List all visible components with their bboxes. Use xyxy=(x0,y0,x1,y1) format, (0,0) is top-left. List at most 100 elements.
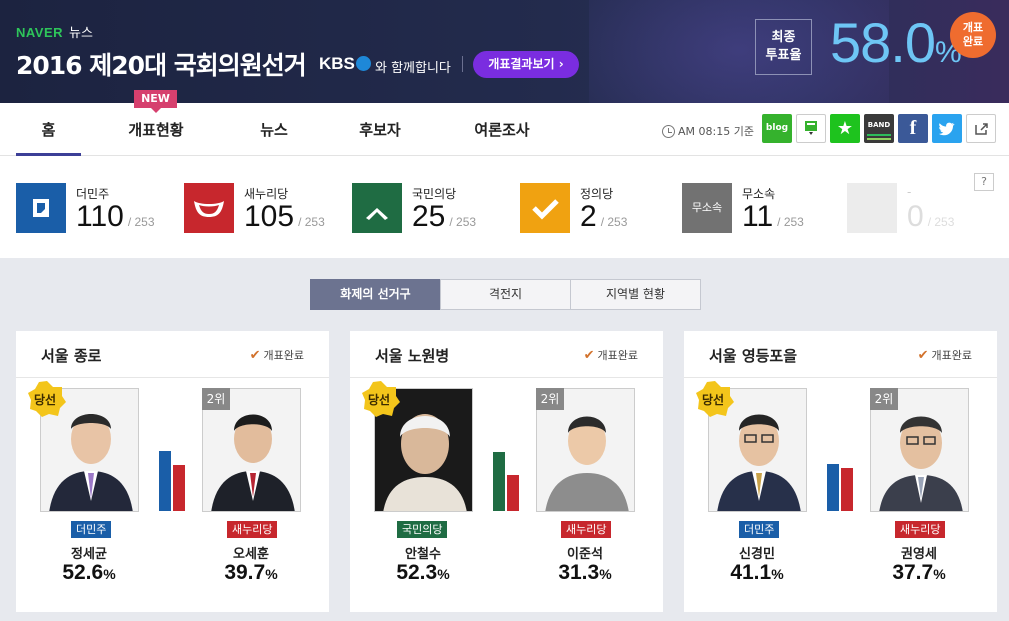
count-status-text: 개표완료 xyxy=(931,349,972,362)
tab-regional-status[interactable]: 지역별 현황 xyxy=(570,279,701,310)
winner-percent-value: 41.1 xyxy=(730,561,772,584)
district-name: 서울 영등포을 xyxy=(709,347,798,365)
tab-home[interactable]: 홈 xyxy=(16,103,81,156)
count-status: ✔ 개표완료 xyxy=(918,347,972,363)
second-percent: 37.7% xyxy=(869,561,969,585)
saenuri-logo-icon xyxy=(184,183,234,233)
party-seats: 110/ 253 xyxy=(76,200,155,234)
view-results-button[interactable]: 개표결과보기 › xyxy=(473,51,579,78)
party-seats: 11/ 253 xyxy=(742,200,804,234)
percent-unit: % xyxy=(437,566,450,582)
district-card-jongno[interactable]: 서울 종로 ✔ 개표완료 당선 2위 더민주 새누리당 정세균 오세훈 52.6%… xyxy=(16,331,329,612)
party-name: - xyxy=(907,185,912,199)
percent-unit: % xyxy=(933,566,946,582)
kbs-dot-icon xyxy=(355,56,371,71)
vote-bar-second xyxy=(173,465,185,511)
district-name: 서울 노원병 xyxy=(375,347,450,365)
second-percent-value: 31.3 xyxy=(558,561,600,584)
second-name[interactable]: 이준석 xyxy=(535,543,635,562)
second-party-tag: 새누리당 xyxy=(561,521,612,538)
independent-logo-icon: 무소속 xyxy=(682,183,732,233)
second-name[interactable]: 권영세 xyxy=(869,543,969,562)
clock-icon xyxy=(662,125,675,138)
seat-count: 2 xyxy=(580,200,597,233)
tab-polls[interactable]: 여론조사 xyxy=(458,103,546,156)
winner-percent: 52.3% xyxy=(373,561,473,585)
winner-percent-value: 52.6 xyxy=(62,561,104,584)
seat-count: 0 xyxy=(907,200,924,233)
party-seats: 105/ 253 xyxy=(244,200,325,234)
news-section-label[interactable]: 뉴스 xyxy=(69,26,93,41)
header-divider xyxy=(462,56,463,72)
update-time-text: AM 08:15 기준 xyxy=(678,125,754,138)
winner-party-tag: 더민주 xyxy=(71,521,112,538)
winner-party-tag: 국민의당 xyxy=(397,521,448,538)
card-divider xyxy=(350,377,663,378)
turnout-label-line1: 최종 xyxy=(771,30,796,45)
count-status-text: 개표완료 xyxy=(263,349,304,362)
page-title: 2016 제20대 국회의원선거 xyxy=(16,51,307,80)
kbs-logo: KBS xyxy=(319,54,371,74)
rank-badge: 2위 xyxy=(202,388,230,410)
check-icon: ✔ xyxy=(249,348,261,363)
district-card-nowon[interactable]: 서울 노원병 ✔ 개표완료 당선 2위 국민의당 새누리당 안철수 이준석 52.… xyxy=(350,331,663,612)
done-badge-line1: 개표 xyxy=(962,21,984,34)
tab-battleground[interactable]: 격전지 xyxy=(440,279,571,310)
turnout-label: 최종 투표율 xyxy=(755,19,812,75)
party-seats: 25/ 253 xyxy=(412,200,476,234)
second-percent-value: 37.7 xyxy=(892,561,934,584)
rank-badge: 2위 xyxy=(536,388,564,410)
check-icon: ✔ xyxy=(917,348,929,363)
vote-bar-winner xyxy=(493,452,505,511)
turnout-label-line2: 투표율 xyxy=(765,48,802,63)
bookmark-star-icon[interactable]: ★ xyxy=(830,114,860,143)
twitter-share-icon[interactable] xyxy=(932,114,962,143)
naver-logo[interactable]: NAVER xyxy=(16,25,63,40)
second-party-tag: 새누리당 xyxy=(227,521,278,538)
tab-candidates[interactable]: 후보자 xyxy=(343,103,417,156)
vote-bar-second xyxy=(841,468,853,511)
winner-badge-text: 당선 xyxy=(702,393,725,407)
new-badge: NEW xyxy=(134,90,177,113)
memo-share-icon[interactable] xyxy=(796,114,826,143)
count-status: ✔ 개표완료 xyxy=(584,347,638,363)
district-name: 서울 종로 xyxy=(41,347,102,365)
done-badge-line2: 완료 xyxy=(962,35,984,48)
seat-count: 110 xyxy=(76,200,124,233)
count-complete-badge: 개표 완료 xyxy=(950,12,996,58)
facebook-share-icon[interactable]: f xyxy=(898,114,928,143)
seat-count: 25 xyxy=(412,200,446,233)
vote-bar-winner xyxy=(827,464,839,511)
count-status: ✔ 개표완료 xyxy=(250,347,304,363)
election-banner: NAVER 뉴스 2016 제20대 국회의원선거 KBS 와 함께합니다 개표결… xyxy=(0,0,1009,103)
help-button[interactable]: ? xyxy=(974,173,994,191)
winner-name[interactable]: 정세균 xyxy=(39,543,139,562)
percent-unit: % xyxy=(103,566,116,582)
percent-unit: % xyxy=(771,566,784,582)
second-name[interactable]: 오세훈 xyxy=(201,543,301,562)
share-export-icon[interactable] xyxy=(966,114,996,143)
winner-name[interactable]: 신경민 xyxy=(707,543,807,562)
kbs-label: KBS xyxy=(319,54,355,73)
winner-percent-value: 52.3 xyxy=(396,561,438,584)
justice-party-logo-icon xyxy=(520,183,570,233)
band-share-icon[interactable]: BAND xyxy=(864,114,894,143)
winner-name[interactable]: 안철수 xyxy=(373,543,473,562)
naver-news-brand[interactable]: NAVER 뉴스 xyxy=(16,22,93,41)
party-seats: 0/ 253 xyxy=(907,200,954,234)
district-card-yeongdeungpo[interactable]: 서울 영등포을 ✔ 개표완료 당선 2위 더민주 새누리당 신경민 권영세 41.… xyxy=(684,331,997,612)
second-percent-value: 39.7 xyxy=(224,561,266,584)
tab-featured-districts[interactable]: 화제의 선거구 xyxy=(310,279,441,310)
tab-news[interactable]: 뉴스 xyxy=(244,103,304,156)
rank-badge: 2위 xyxy=(870,388,898,410)
second-percent: 39.7% xyxy=(201,561,301,585)
winner-badge-text: 당선 xyxy=(368,393,391,407)
seat-total: / 253 xyxy=(777,215,804,229)
party-seat-summary: 더민주 110/ 253 새누리당 105/ 253 국민의당 25/ 253 … xyxy=(0,156,1009,258)
second-party-tag: 새누리당 xyxy=(895,521,946,538)
blog-share-icon[interactable]: blog xyxy=(762,114,792,143)
second-percent: 31.3% xyxy=(535,561,635,585)
winner-party-tag: 더민주 xyxy=(739,521,780,538)
update-time: AM 08:15 기준 xyxy=(662,123,754,139)
card-divider xyxy=(16,377,329,378)
